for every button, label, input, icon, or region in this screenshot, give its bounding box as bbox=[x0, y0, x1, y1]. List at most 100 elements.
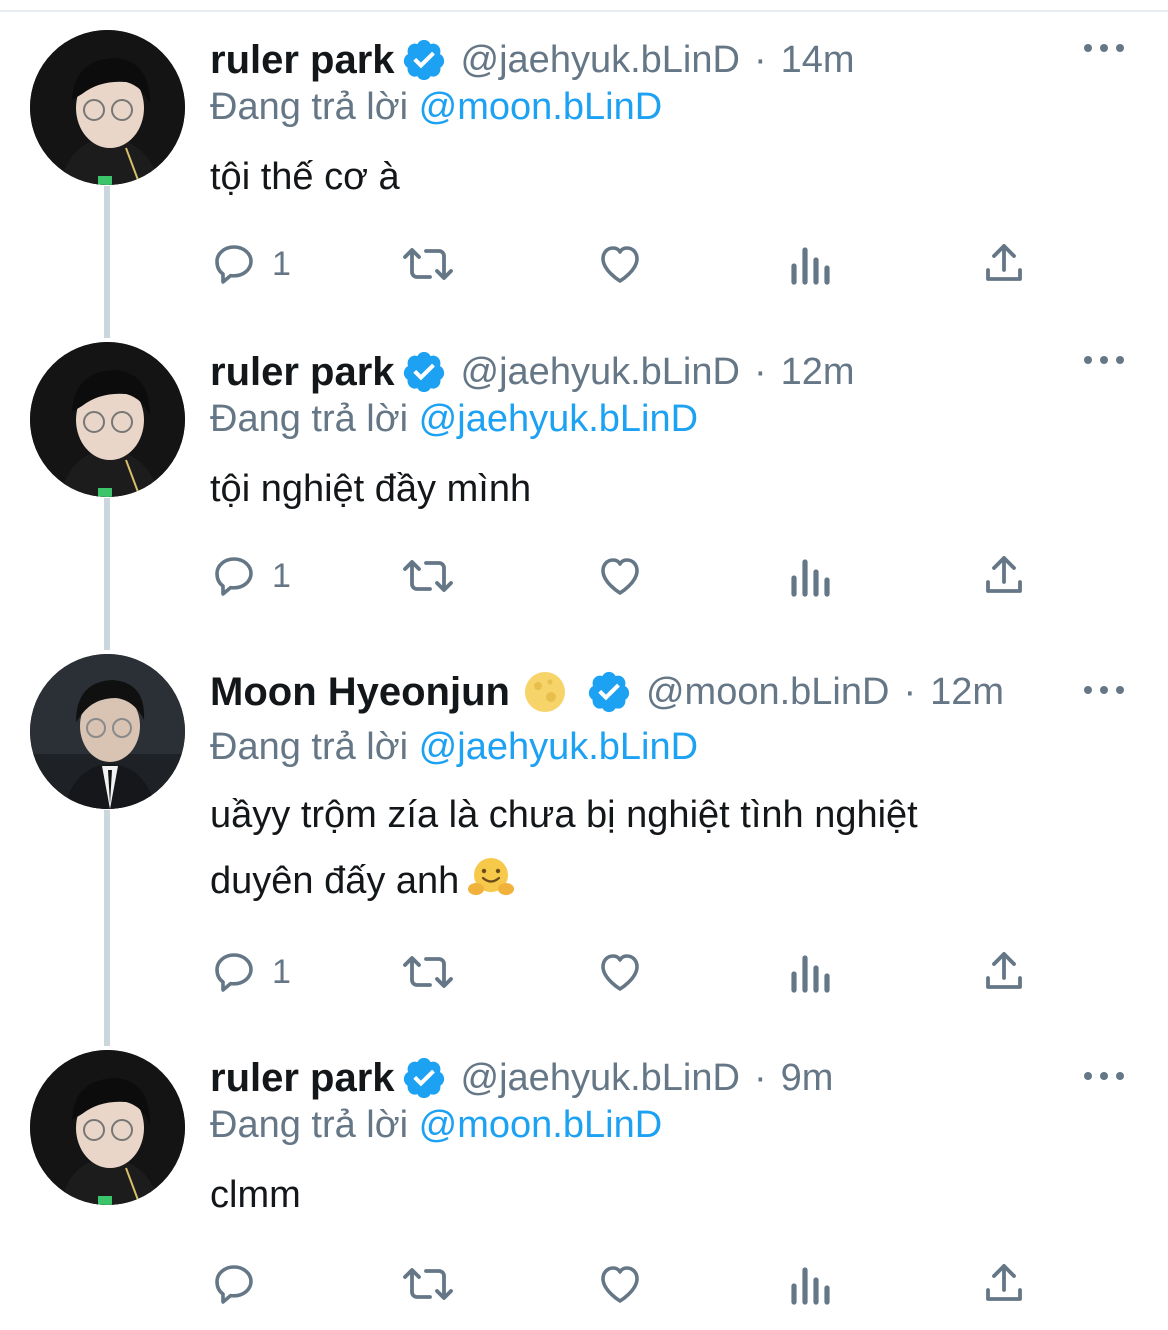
verified-badge-icon bbox=[403, 351, 444, 393]
reply-button[interactable]: 1 bbox=[210, 552, 291, 600]
display-name[interactable]: ruler park bbox=[210, 38, 395, 83]
timestamp[interactable]: 12m bbox=[781, 351, 855, 394]
replying-to-label: Đang trả lời bbox=[210, 726, 409, 768]
display-name[interactable]: ruler park bbox=[210, 350, 395, 395]
share-button[interactable] bbox=[980, 552, 1028, 600]
timestamp[interactable]: 9m bbox=[781, 1057, 834, 1100]
handle[interactable]: @jaehyuk.bLinD bbox=[461, 39, 740, 82]
reply-icon bbox=[215, 953, 253, 992]
tweet-text: uầyy trộm zía là chưa bị nghiệt tình ngh… bbox=[210, 782, 1110, 914]
analytics-icon bbox=[791, 247, 830, 285]
reply-icon bbox=[215, 1265, 253, 1304]
retweet-icon bbox=[403, 248, 453, 280]
replying-to-label: Đang trả lời bbox=[210, 398, 409, 440]
analytics-button[interactable] bbox=[788, 240, 832, 288]
reply-mention-link[interactable]: @moon.bLinD bbox=[419, 86, 662, 128]
replying-to-label: Đang trả lời bbox=[210, 86, 409, 128]
verified-badge-icon bbox=[403, 1057, 444, 1099]
share-button[interactable] bbox=[980, 948, 1028, 996]
separator: · bbox=[903, 670, 917, 713]
more-dots-icon[interactable] bbox=[1082, 38, 1126, 58]
analytics-icon bbox=[791, 955, 830, 993]
analytics-button[interactable] bbox=[788, 1260, 832, 1308]
more-dots-icon[interactable] bbox=[1082, 680, 1126, 700]
retweet-button[interactable] bbox=[400, 1260, 456, 1308]
heart-icon bbox=[601, 954, 639, 991]
replying-to-label: Đang trả lời bbox=[210, 1104, 409, 1146]
tweet-text-line-2: duyên đấy anh bbox=[210, 860, 460, 902]
reply-mention-link[interactable]: @jaehyuk.bLinD bbox=[419, 726, 698, 768]
display-name[interactable]: Moon Hyeonjun bbox=[210, 670, 510, 715]
retweet-button[interactable] bbox=[400, 948, 456, 996]
action-bar: 1 bbox=[210, 552, 1110, 602]
reply-icon bbox=[215, 557, 253, 596]
display-name[interactable]: ruler park bbox=[210, 1056, 395, 1101]
hugging-face-emoji bbox=[468, 858, 515, 895]
thread-line bbox=[104, 498, 110, 650]
analytics-button[interactable] bbox=[788, 552, 832, 600]
analytics-icon bbox=[791, 1267, 830, 1305]
avatar[interactable] bbox=[30, 654, 185, 809]
retweet-icon bbox=[403, 560, 453, 592]
tweet-text: clmm bbox=[210, 1174, 301, 1216]
like-button[interactable] bbox=[596, 948, 644, 996]
share-icon bbox=[986, 244, 1022, 281]
handle[interactable]: @moon.bLinD bbox=[646, 671, 889, 714]
reply-icon bbox=[215, 245, 253, 284]
retweet-button[interactable] bbox=[400, 552, 456, 600]
share-button[interactable] bbox=[980, 1260, 1028, 1308]
heart-icon bbox=[601, 1266, 639, 1303]
tweet-text-line: duyên đấy anh bbox=[210, 848, 1110, 914]
avatar[interactable] bbox=[30, 342, 185, 497]
like-button[interactable] bbox=[596, 552, 644, 600]
share-icon bbox=[986, 556, 1022, 593]
reply-mention-link[interactable]: @moon.bLinD bbox=[419, 1104, 662, 1146]
handle[interactable]: @jaehyuk.bLinD bbox=[461, 351, 740, 394]
reply-button[interactable]: 1 bbox=[210, 240, 291, 288]
thread-line bbox=[104, 186, 110, 338]
avatar[interactable] bbox=[30, 1050, 185, 1205]
more-dots-icon[interactable] bbox=[1082, 350, 1126, 370]
like-button[interactable] bbox=[596, 1260, 644, 1308]
like-button[interactable] bbox=[596, 240, 644, 288]
top-divider bbox=[0, 10, 1168, 12]
separator: · bbox=[753, 38, 767, 81]
analytics-icon bbox=[791, 559, 830, 597]
verified-badge-icon bbox=[403, 39, 444, 81]
share-icon bbox=[986, 952, 1022, 989]
timestamp[interactable]: 12m bbox=[930, 671, 1004, 714]
tweet-text: tội thế cơ à bbox=[210, 156, 400, 198]
replying-to: Đang trả lời @jaehyuk.bLinD bbox=[210, 398, 698, 441]
retweet-button[interactable] bbox=[400, 240, 456, 288]
reply-count: 1 bbox=[272, 244, 291, 283]
replying-to: Đang trả lời @moon.bLinD bbox=[210, 1104, 662, 1147]
reply-count: 1 bbox=[272, 556, 291, 595]
retweet-icon bbox=[403, 1268, 453, 1300]
reply-count: 1 bbox=[272, 952, 291, 991]
action-bar: 1 bbox=[210, 240, 1110, 290]
tweet-text-line: uầyy trộm zía là chưa bị nghiệt tình ngh… bbox=[210, 794, 918, 836]
verified-badge-icon bbox=[588, 671, 630, 713]
more-dots-icon[interactable] bbox=[1082, 1066, 1126, 1086]
handle[interactable]: @jaehyuk.bLinD bbox=[461, 1057, 740, 1100]
full-moon-emoji bbox=[524, 672, 565, 712]
action-bar: 1 bbox=[210, 948, 1110, 998]
replying-to: Đang trả lời @moon.bLinD bbox=[210, 86, 662, 129]
thread-line bbox=[104, 810, 110, 1046]
avatar[interactable] bbox=[30, 30, 185, 185]
analytics-button[interactable] bbox=[788, 948, 832, 996]
replying-to: Đang trả lời @jaehyuk.bLinD bbox=[210, 726, 698, 769]
share-button[interactable] bbox=[980, 240, 1028, 288]
share-icon bbox=[986, 1264, 1022, 1301]
reply-mention-link[interactable]: @jaehyuk.bLinD bbox=[419, 398, 698, 440]
action-bar bbox=[210, 1260, 1110, 1310]
timestamp[interactable]: 14m bbox=[781, 39, 855, 82]
reply-button[interactable] bbox=[210, 1260, 272, 1308]
reply-button[interactable]: 1 bbox=[210, 948, 291, 996]
retweet-icon bbox=[403, 956, 453, 988]
tweet-text: tội nghiệt đầy mình bbox=[210, 468, 532, 510]
heart-icon bbox=[601, 246, 639, 283]
separator: · bbox=[753, 350, 767, 393]
separator: · bbox=[753, 1056, 767, 1099]
heart-icon bbox=[601, 558, 639, 595]
